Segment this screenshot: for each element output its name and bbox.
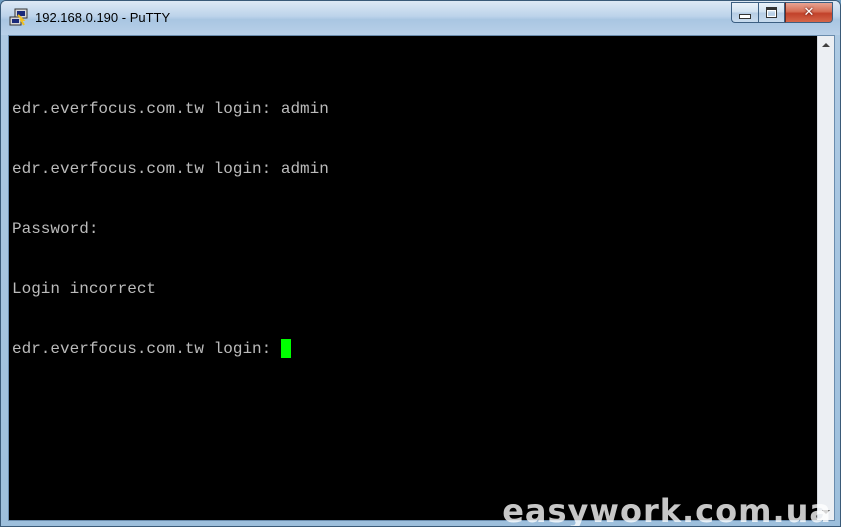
window-controls: ✕ [731,2,833,23]
putty-window: 192.168.0.190 - PuTTY ✕ edr.everfocus.co… [0,0,841,527]
vertical-scrollbar[interactable] [817,36,834,520]
terminal-output: edr.everfocus.com.tw login: admin edr.ev… [12,59,329,399]
terminal-prompt: edr.everfocus.com.tw login: [12,340,281,358]
terminal-line: Login incorrect [12,280,157,298]
terminal-prompt-line: edr.everfocus.com.tw login: [12,339,329,359]
minimize-button[interactable] [731,2,758,23]
scroll-up-button[interactable] [818,36,834,53]
client-area: edr.everfocus.com.tw login: admin edr.ev… [8,35,835,521]
arrow-down-icon [822,509,830,514]
maximize-button[interactable] [758,2,785,23]
terminal-screen[interactable]: edr.everfocus.com.tw login: admin edr.ev… [9,36,809,520]
scroll-down-button[interactable] [818,503,834,520]
terminal-line: edr.everfocus.com.tw login: admin [12,160,329,178]
close-button[interactable]: ✕ [785,2,833,23]
minimize-icon [739,13,751,19]
maximize-icon [766,7,777,18]
terminal-line: edr.everfocus.com.tw login: admin [12,100,329,118]
terminal-cursor [280,339,291,358]
arrow-up-icon [822,42,830,47]
putty-icon[interactable] [9,8,29,28]
terminal-line: Password: [12,220,99,238]
close-icon: ✕ [803,5,815,20]
window-title: 192.168.0.190 - PuTTY [35,10,171,25]
title-bar[interactable]: 192.168.0.190 - PuTTY ✕ [1,1,840,35]
